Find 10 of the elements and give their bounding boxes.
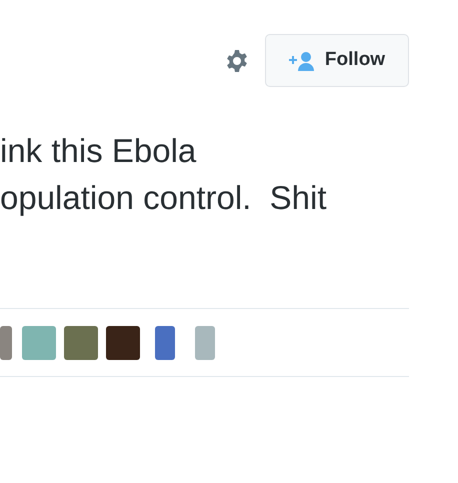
tweet-text-line: opulation control. Shit — [0, 178, 327, 218]
follow-button[interactable]: Follow — [265, 34, 409, 87]
avatar-photo-placeholder[interactable] — [155, 326, 175, 360]
avatar-photo-placeholder[interactable] — [0, 326, 12, 360]
tweet-text-line: ink this Ebola — [0, 131, 196, 171]
settings-icon[interactable] — [225, 48, 249, 72]
add-user-icon — [288, 50, 317, 70]
avatar-photo-placeholder[interactable] — [106, 326, 140, 360]
avatar-photo-placeholder[interactable] — [195, 326, 215, 360]
avatar-photo-placeholder[interactable] — [64, 326, 98, 360]
